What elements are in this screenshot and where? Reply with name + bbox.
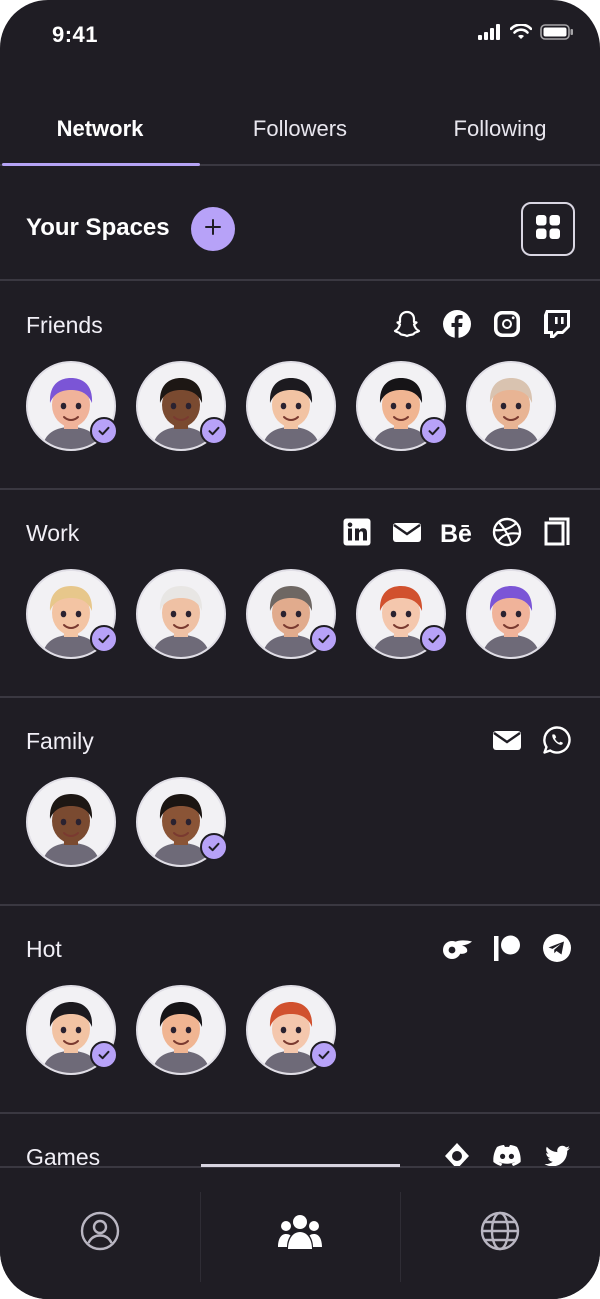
avatar[interactable] xyxy=(356,569,448,659)
nav-active-indicator xyxy=(201,1164,400,1167)
status-icons xyxy=(478,23,574,45)
grid-view-button[interactable] xyxy=(521,202,575,256)
twitch-icon[interactable] xyxy=(540,307,574,341)
avatar-image xyxy=(138,987,224,1073)
avatar-image xyxy=(248,363,334,449)
section-title-friends: Friends xyxy=(26,312,103,338)
facebook-icon[interactable] xyxy=(440,307,474,341)
bottom-navigation xyxy=(0,1166,600,1299)
friends-avatar-row xyxy=(26,361,556,451)
globe-icon xyxy=(480,1211,520,1256)
avatar[interactable] xyxy=(26,985,118,1075)
network-tabs: Network Followers Following xyxy=(0,92,600,166)
svg-text:Bē: Bē xyxy=(440,520,472,545)
nav-separator xyxy=(200,1192,201,1282)
avatar[interactable] xyxy=(246,569,338,659)
avatar-image xyxy=(468,363,554,449)
avatar[interactable] xyxy=(136,985,226,1075)
your-spaces-title: Your Spaces xyxy=(26,214,170,241)
profile-icon xyxy=(80,1211,120,1256)
avatar[interactable] xyxy=(26,361,118,451)
grid-icon xyxy=(535,214,561,245)
add-space-button[interactable] xyxy=(191,207,235,251)
family-avatar-row xyxy=(26,777,228,867)
nav-explore[interactable] xyxy=(400,1168,600,1299)
avatar[interactable] xyxy=(466,361,556,451)
dribbble-icon[interactable] xyxy=(490,515,524,549)
avatar[interactable] xyxy=(26,777,116,867)
people-icon xyxy=(277,1211,323,1256)
verified-check-icon xyxy=(90,625,118,653)
whatsapp-icon[interactable] xyxy=(540,723,574,757)
phone-screen: 9:41 Network Followers Following Your Sp… xyxy=(0,0,600,1299)
verified-check-icon xyxy=(90,1041,118,1069)
avatar[interactable] xyxy=(136,777,228,867)
behance-icon[interactable]: Bē xyxy=(440,515,474,549)
linkedin-icon[interactable] xyxy=(340,515,374,549)
avatar[interactable] xyxy=(246,985,338,1075)
instagram-icon[interactable] xyxy=(490,307,524,341)
mail-icon[interactable] xyxy=(490,723,524,757)
friends-platform-icons xyxy=(390,306,574,342)
hot-platform-icons xyxy=(440,930,574,966)
verified-check-icon xyxy=(420,625,448,653)
battery-icon xyxy=(540,24,574,45)
avatar[interactable] xyxy=(356,361,448,451)
divider xyxy=(0,488,600,490)
avatar[interactable] xyxy=(246,361,336,451)
wifi-icon xyxy=(509,23,533,45)
verified-check-icon xyxy=(420,417,448,445)
gumroad-icon[interactable] xyxy=(540,515,574,549)
telegram-icon[interactable] xyxy=(540,931,574,965)
your-spaces-header: Your Spaces xyxy=(0,166,600,280)
avatar[interactable] xyxy=(136,569,226,659)
patreon-icon[interactable] xyxy=(490,931,524,965)
divider xyxy=(0,279,600,281)
verified-check-icon xyxy=(200,417,228,445)
verified-check-icon xyxy=(200,833,228,861)
divider xyxy=(0,696,600,698)
hot-avatar-row xyxy=(26,985,338,1075)
section-title-work: Work xyxy=(26,520,80,546)
signal-icon xyxy=(478,24,502,45)
divider xyxy=(0,904,600,906)
avatar[interactable] xyxy=(26,569,118,659)
tab-network[interactable]: Network xyxy=(0,92,200,166)
nav-profile[interactable] xyxy=(0,1168,200,1299)
avatar[interactable] xyxy=(136,361,228,451)
tab-followers[interactable]: Followers xyxy=(200,92,400,166)
verified-check-icon xyxy=(310,1041,338,1069)
nav-people[interactable] xyxy=(200,1168,400,1299)
avatar[interactable] xyxy=(466,569,556,659)
status-bar: 9:41 xyxy=(0,0,600,70)
onlyfans-icon[interactable] xyxy=(440,931,474,965)
work-avatar-row xyxy=(26,569,556,659)
plus-icon xyxy=(205,218,221,240)
nav-separator xyxy=(400,1192,401,1282)
snapchat-icon[interactable] xyxy=(390,307,424,341)
verified-check-icon xyxy=(90,417,118,445)
family-platform-icons xyxy=(490,722,574,758)
mail-icon[interactable] xyxy=(390,515,424,549)
avatar-image xyxy=(28,779,114,865)
tab-following[interactable]: Following xyxy=(400,92,600,166)
section-title-hot: Hot xyxy=(26,936,62,962)
verified-check-icon xyxy=(310,625,338,653)
work-platform-icons: Bē xyxy=(340,514,574,550)
avatar-image xyxy=(138,571,224,657)
divider xyxy=(0,1112,600,1114)
avatar-image xyxy=(468,571,554,657)
status-time: 9:41 xyxy=(52,22,99,47)
section-title-family: Family xyxy=(26,728,94,754)
